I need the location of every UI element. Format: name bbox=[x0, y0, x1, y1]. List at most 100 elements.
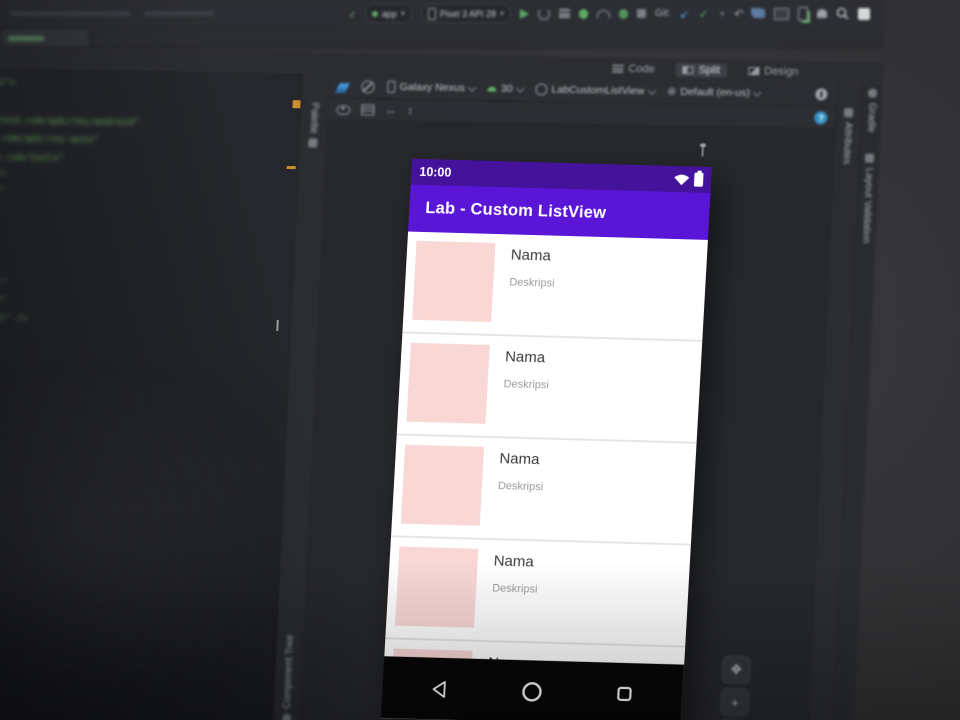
device-selector[interactable]: Pixel 3 API 28 ▾ bbox=[420, 4, 511, 23]
screen-photo: ⌐ app ▾ Pixel 3 API 28 ▾ Git: ↙ ✓ ◔ ↶ Co… bbox=[0, 0, 960, 720]
chevron-down-icon bbox=[516, 84, 525, 93]
rollback-icon[interactable]: ↶ bbox=[734, 8, 744, 20]
zoom-controls: ✥ + − bbox=[718, 655, 751, 720]
settings-square-icon[interactable] bbox=[858, 7, 870, 20]
history-icon[interactable]: ◔ bbox=[718, 8, 725, 20]
design-pane: Galaxy Nexus 30 LabCustomListView ⊕ Defa… bbox=[296, 73, 839, 720]
app-bar-title: Lab - Custom ListView bbox=[425, 199, 607, 223]
tab-design[interactable]: Design bbox=[741, 63, 806, 78]
editor-tab[interactable] bbox=[2, 30, 88, 46]
orientation-vertical-icon[interactable]: ↕ bbox=[407, 105, 413, 117]
locale-dropdown[interactable]: ⊕ Default (en-us) bbox=[666, 85, 762, 100]
run-button[interactable] bbox=[520, 8, 529, 19]
zoom-in-button[interactable]: + bbox=[720, 687, 750, 717]
api-level-label: 30 bbox=[500, 82, 513, 95]
list-item-image-placeholder bbox=[412, 240, 496, 322]
code-mode-label: Code bbox=[628, 62, 656, 75]
no-device-frame-icon[interactable] bbox=[361, 79, 375, 94]
wrench-icon[interactable]: ⌐ bbox=[345, 6, 360, 21]
phone-preview[interactable]: 10:00 Lab - Custom ListView Nama Deskrip… bbox=[380, 158, 713, 720]
editor-blur-overlay bbox=[0, 67, 304, 720]
app-bar[interactable]: Lab - Custom ListView bbox=[408, 184, 711, 240]
theme-dropdown-label: LabCustomListView bbox=[551, 83, 645, 98]
scrollbar-warning-tick[interactable] bbox=[286, 166, 297, 170]
notifications-icon[interactable] bbox=[817, 9, 827, 18]
scrollbar-thumb[interactable] bbox=[276, 319, 280, 331]
device-dropdown[interactable]: Galaxy Nexus bbox=[387, 80, 477, 95]
recents-icon bbox=[617, 686, 632, 702]
help-icon[interactable]: ? bbox=[814, 111, 828, 125]
list-item-image-placeholder bbox=[395, 546, 479, 628]
design-mode-icon bbox=[747, 66, 760, 75]
list-item[interactable]: Nama Deskripsi bbox=[385, 537, 691, 648]
home-icon bbox=[522, 681, 542, 702]
phone-icon bbox=[387, 80, 396, 93]
pan-button[interactable]: ✥ bbox=[721, 655, 751, 685]
tab-title-smudge bbox=[8, 35, 44, 41]
layout-validation-icon bbox=[864, 153, 874, 163]
split-mode-label: Split bbox=[698, 63, 721, 77]
theme-dropdown[interactable]: LabCustomListView bbox=[535, 83, 657, 98]
render-wrench-icon[interactable] bbox=[698, 143, 709, 157]
palette-icon bbox=[308, 138, 318, 148]
gradle-tool-button[interactable]: Gradle bbox=[864, 88, 878, 133]
wifi-icon bbox=[674, 174, 690, 185]
api-level-dropdown[interactable]: 30 bbox=[487, 82, 525, 96]
run-config-label: app bbox=[381, 8, 397, 19]
layout-validation-tool-button[interactable]: Layout Validation bbox=[859, 153, 875, 244]
list-item-name: Nama bbox=[510, 246, 552, 265]
gradle-label: Gradle bbox=[864, 102, 878, 133]
phone-screen: Nama Deskripsi Nama Deskripsi Nama Deskr… bbox=[380, 231, 708, 720]
attach-debugger-icon[interactable] bbox=[619, 8, 628, 19]
phone-icon bbox=[427, 7, 436, 20]
code-editor[interactable]: s">roid.com/apk/res/android".com/apk/res… bbox=[0, 67, 304, 720]
android-studio-window: ⌐ app ▾ Pixel 3 API 28 ▾ Git: ↙ ✓ ◔ ↶ Co… bbox=[0, 0, 884, 720]
tab-code[interactable]: Code bbox=[605, 61, 662, 76]
locale-dropdown-label: Default (en-us) bbox=[680, 85, 751, 100]
attributes-tool-button[interactable]: Attributes bbox=[841, 108, 855, 165]
render-issues-icon[interactable] bbox=[815, 88, 828, 101]
split-mode-icon bbox=[682, 65, 694, 74]
orientation-horizontal-icon[interactable]: ↔ bbox=[385, 104, 397, 116]
project-structure-icon[interactable] bbox=[753, 9, 765, 18]
component-tree-tool-button[interactable]: Component Tree bbox=[281, 634, 296, 720]
device-manager-icon[interactable] bbox=[798, 6, 808, 21]
apply-changes-icon[interactable] bbox=[538, 7, 550, 20]
main-area: Code Split Design s">roid.com/apk/res/an… bbox=[0, 47, 884, 720]
chevron-down-icon bbox=[468, 83, 477, 92]
design-surface[interactable]: 10:00 Lab - Custom ListView Nama Deskrip… bbox=[297, 121, 836, 720]
list-item[interactable]: Nama Deskripsi bbox=[402, 231, 708, 342]
list-item-description: Deskripsi bbox=[509, 276, 555, 290]
tab-split[interactable]: Split bbox=[675, 62, 728, 78]
listview[interactable]: Nama Deskripsi Nama Deskripsi Nama Deskr… bbox=[380, 231, 708, 720]
search-icon[interactable] bbox=[836, 7, 849, 20]
list-item-name: Nama bbox=[504, 348, 546, 367]
code-mode-icon bbox=[612, 64, 624, 73]
profiler-icon[interactable] bbox=[597, 9, 610, 18]
menu-smudge bbox=[10, 11, 130, 16]
globe-icon: ⊕ bbox=[666, 85, 677, 98]
blueprint-toggle-icon[interactable] bbox=[361, 104, 375, 116]
view-options-icon[interactable] bbox=[336, 104, 351, 115]
palette-tool-button[interactable]: Palette bbox=[307, 102, 320, 148]
running-devices-icon[interactable] bbox=[774, 7, 789, 20]
debug-icon[interactable] bbox=[579, 8, 588, 19]
list-item[interactable]: Nama Deskripsi bbox=[391, 435, 697, 546]
layout-validation-label: Layout Validation bbox=[859, 167, 875, 244]
gradle-icon bbox=[867, 88, 877, 98]
battery-icon bbox=[693, 172, 704, 187]
device-dropdown-label: Galaxy Nexus bbox=[399, 80, 466, 95]
git-update-icon[interactable]: ↙ bbox=[680, 8, 690, 20]
list-item[interactable]: Nama Deskripsi bbox=[396, 333, 703, 444]
git-commit-icon[interactable]: ✓ bbox=[699, 8, 709, 20]
run-config-selector[interactable]: app ▾ bbox=[364, 4, 412, 23]
scrollbar-warning-mark[interactable] bbox=[292, 100, 302, 109]
stop-icon[interactable] bbox=[637, 9, 646, 18]
device-selector-label: Pixel 3 API 28 bbox=[439, 8, 496, 19]
list-item-description: Deskripsi bbox=[497, 480, 544, 494]
run-list-icon[interactable] bbox=[559, 9, 570, 18]
nav-bar bbox=[380, 656, 687, 720]
component-tree-label: Component Tree bbox=[281, 634, 297, 709]
design-surface-icon[interactable] bbox=[337, 82, 351, 90]
list-item-description: Deskripsi bbox=[503, 378, 550, 392]
